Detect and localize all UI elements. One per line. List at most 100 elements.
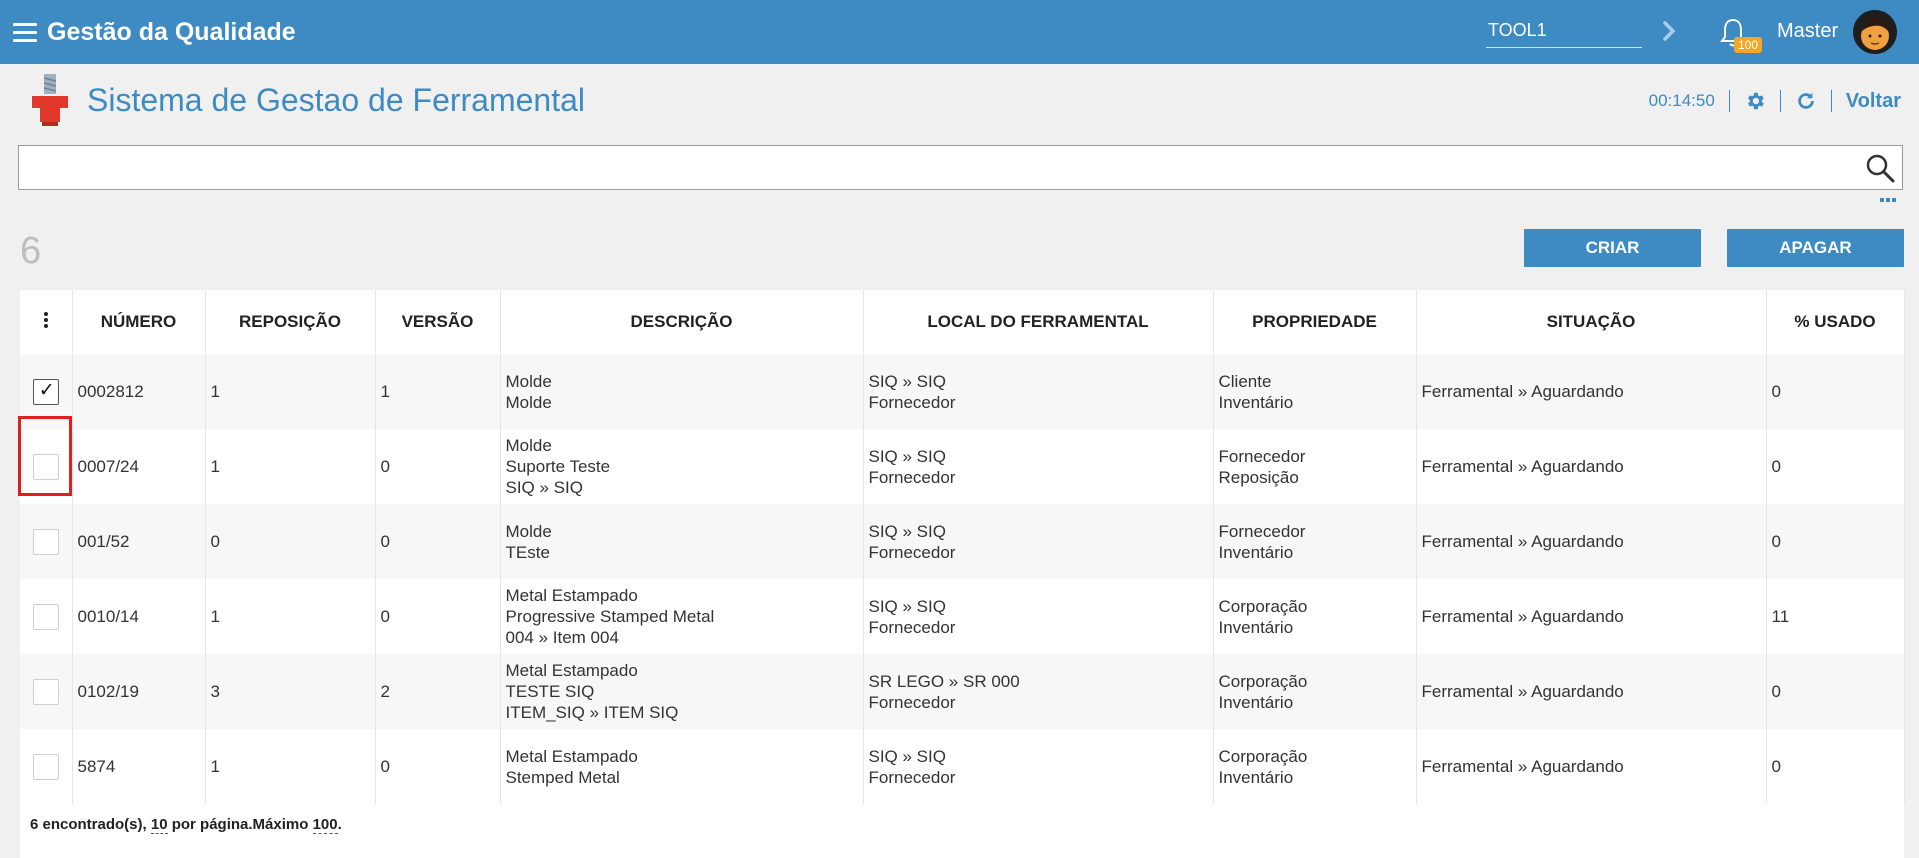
cell-line: Corporação bbox=[1218, 671, 1308, 691]
cell-line: Fornecedor bbox=[1218, 521, 1306, 541]
refresh-icon[interactable] bbox=[1795, 90, 1817, 112]
cell-numero: 001/52 bbox=[72, 504, 206, 579]
row-checkbox[interactable] bbox=[32, 453, 59, 480]
cell-propriedade: Fornecedor Inventário bbox=[1213, 504, 1417, 579]
notification-badge: 100 bbox=[1734, 37, 1762, 53]
company-input[interactable] bbox=[1486, 14, 1642, 48]
per-page-value[interactable]: 10 bbox=[150, 816, 168, 834]
cell-line: Stemped Metal bbox=[505, 767, 620, 787]
row-select-cell bbox=[20, 504, 73, 579]
cell-line: SIQ » SIQ bbox=[868, 521, 946, 541]
cell-line: Inventário bbox=[1218, 392, 1294, 412]
kebab-menu-icon[interactable] bbox=[43, 311, 48, 328]
table-row[interactable]: 000281211MoldeMoldeSIQ » SIQFornecedorCl… bbox=[20, 354, 1905, 429]
cell-reposicao: 0 bbox=[205, 504, 376, 579]
cell-versao: 0 bbox=[375, 579, 501, 654]
cell-propriedade: Cliente Inventário bbox=[1213, 354, 1417, 429]
cell-numero: 0002812 bbox=[72, 354, 206, 429]
cell-line: Cliente bbox=[1218, 371, 1272, 391]
cell-local: SIQ » SIQ Fornecedor bbox=[863, 579, 1214, 654]
cell-line: SIQ » SIQ bbox=[868, 596, 946, 616]
divider bbox=[1779, 90, 1781, 112]
cell-line: SIQ » SIQ bbox=[868, 746, 946, 766]
cell-line: Fornecedor bbox=[868, 692, 956, 712]
table-row[interactable]: 0007/24 1 0 Molde Suporte Teste SIQ » SIQ SIQ … bbox=[20, 429, 1905, 504]
column-header-versao[interactable]: VERSÃO bbox=[375, 290, 501, 354]
records-table: NÚMERO REPOSIÇÃO VERSÃO DESCRIÇÃO LOCAL … bbox=[20, 290, 1905, 858]
cell-local: SIQ » SIQ Fornecedor bbox=[863, 429, 1214, 504]
cell-line: 004 » Item 004 bbox=[505, 628, 619, 647]
column-header-usado[interactable]: % USADO bbox=[1766, 290, 1905, 354]
row-checkbox[interactable] bbox=[32, 528, 59, 555]
back-link[interactable]: Voltar bbox=[1846, 90, 1901, 113]
cell-line: TESTE SIQ bbox=[505, 682, 595, 701]
search-box bbox=[18, 145, 1903, 190]
hamburger-icon[interactable] bbox=[13, 23, 37, 42]
cell-line: Metal Estampado bbox=[505, 586, 638, 605]
found-count-text: 6 encontrado(s), bbox=[30, 816, 151, 833]
cell-usado: 0 bbox=[1766, 354, 1905, 429]
search-input[interactable] bbox=[19, 146, 1839, 189]
cell-descricao: Molde Suporte Teste SIQ » SIQ bbox=[500, 429, 864, 504]
search-icon[interactable] bbox=[1864, 152, 1896, 184]
cell-reposicao: 3 bbox=[205, 654, 376, 729]
cell-propriedade: Fornecedor Reposição bbox=[1213, 429, 1417, 504]
cell-local: SIQ » SIQ Fornecedor bbox=[863, 729, 1214, 804]
cell-descricao: Metal Estampado Progressive Stamped Metal… bbox=[500, 579, 864, 654]
user-name[interactable]: Master bbox=[1777, 20, 1838, 43]
cell-usado: 0 bbox=[1766, 654, 1905, 729]
cell-line: Fornecedor bbox=[868, 467, 956, 487]
cell-line: Fornecedor bbox=[868, 392, 956, 412]
cell-line: Molde bbox=[505, 392, 552, 412]
table-row[interactable]: 0102/19 3 2 Metal Estampado TESTE SIQ ITEM_SI… bbox=[20, 654, 1905, 729]
cell-situacao: Ferramental » Aguardando bbox=[1416, 654, 1767, 729]
gear-icon[interactable] bbox=[1744, 90, 1766, 112]
cell-line: ITEM_SIQ » ITEM SIQ bbox=[505, 703, 679, 722]
cell-reposicao: 1 bbox=[205, 579, 376, 654]
table-row[interactable]: 0010/14 1 0 Metal Estampado Progressive Stam… bbox=[20, 579, 1905, 654]
table-row[interactable]: 5874 1 0 Metal Estampado Stemped Metal SIQ » … bbox=[20, 729, 1905, 804]
cell-propriedade: Corporação Inventário bbox=[1213, 579, 1417, 654]
cell-numero: 0010/14 bbox=[72, 579, 206, 654]
column-options[interactable] bbox=[20, 290, 73, 354]
column-header-local[interactable]: LOCAL DO FERRAMENTAL bbox=[863, 290, 1214, 354]
column-header-propriedade[interactable]: PROPRIEDADE bbox=[1213, 290, 1417, 354]
row-checkbox[interactable] bbox=[32, 753, 59, 780]
column-header-reposicao[interactable]: REPOSIÇÃO bbox=[205, 290, 376, 354]
cell-descricao: Molde Molde bbox=[500, 354, 864, 429]
cell-line: Fornecedor bbox=[868, 617, 956, 637]
create-button[interactable]: CRIAR bbox=[1524, 229, 1701, 267]
cell-line: SR LEGO » SR 000 bbox=[868, 671, 1020, 691]
chevron-right-icon[interactable] bbox=[1658, 18, 1680, 44]
row-checkbox[interactable] bbox=[32, 678, 59, 705]
cell-line: Metal Estampado bbox=[505, 661, 638, 680]
row-checkbox[interactable] bbox=[32, 603, 59, 630]
cell-versao: 2 bbox=[375, 654, 501, 729]
cell-line: Fornecedor bbox=[1218, 446, 1306, 466]
row-checkbox[interactable] bbox=[32, 378, 59, 405]
cell-situacao: Ferramental » Aguardando bbox=[1416, 504, 1767, 579]
divider bbox=[1830, 90, 1832, 112]
cell-descricao: Molde TEste bbox=[500, 504, 864, 579]
cell-situacao: Ferramental » Aguardando bbox=[1416, 579, 1767, 654]
module-tool-icon bbox=[32, 74, 68, 126]
more-dots-icon[interactable] bbox=[1880, 198, 1896, 202]
cell-versao: 0 bbox=[375, 729, 501, 804]
cell-reposicao: 1 bbox=[205, 354, 376, 429]
table-row[interactable]: 001/52 0 0 Molde TEste SIQ » SIQ Fornecedor For… bbox=[20, 504, 1905, 579]
pagination-info: 6 encontrado(s), 10 por página.Máximo 10… bbox=[30, 816, 342, 834]
column-header-numero[interactable]: NÚMERO bbox=[72, 290, 206, 354]
footer-end: . bbox=[337, 816, 342, 833]
max-value[interactable]: 100 bbox=[312, 816, 338, 834]
cell-situacao: Ferramental » Aguardando bbox=[1416, 354, 1767, 429]
cell-line: SIQ » SIQ bbox=[505, 478, 583, 497]
row-select-cell bbox=[20, 654, 73, 729]
delete-button[interactable]: APAGAR bbox=[1727, 229, 1904, 267]
divider bbox=[1728, 90, 1730, 112]
user-avatar[interactable] bbox=[1853, 10, 1897, 54]
page-title: Sistema de Gestao de Ferramental bbox=[87, 82, 586, 118]
cell-line: Corporação bbox=[1218, 596, 1308, 616]
header-tools: 00:14:50 Voltar bbox=[1649, 88, 1901, 114]
column-header-situacao[interactable]: SITUAÇÃO bbox=[1416, 290, 1767, 354]
column-header-descricao[interactable]: DESCRIÇÃO bbox=[500, 290, 864, 354]
